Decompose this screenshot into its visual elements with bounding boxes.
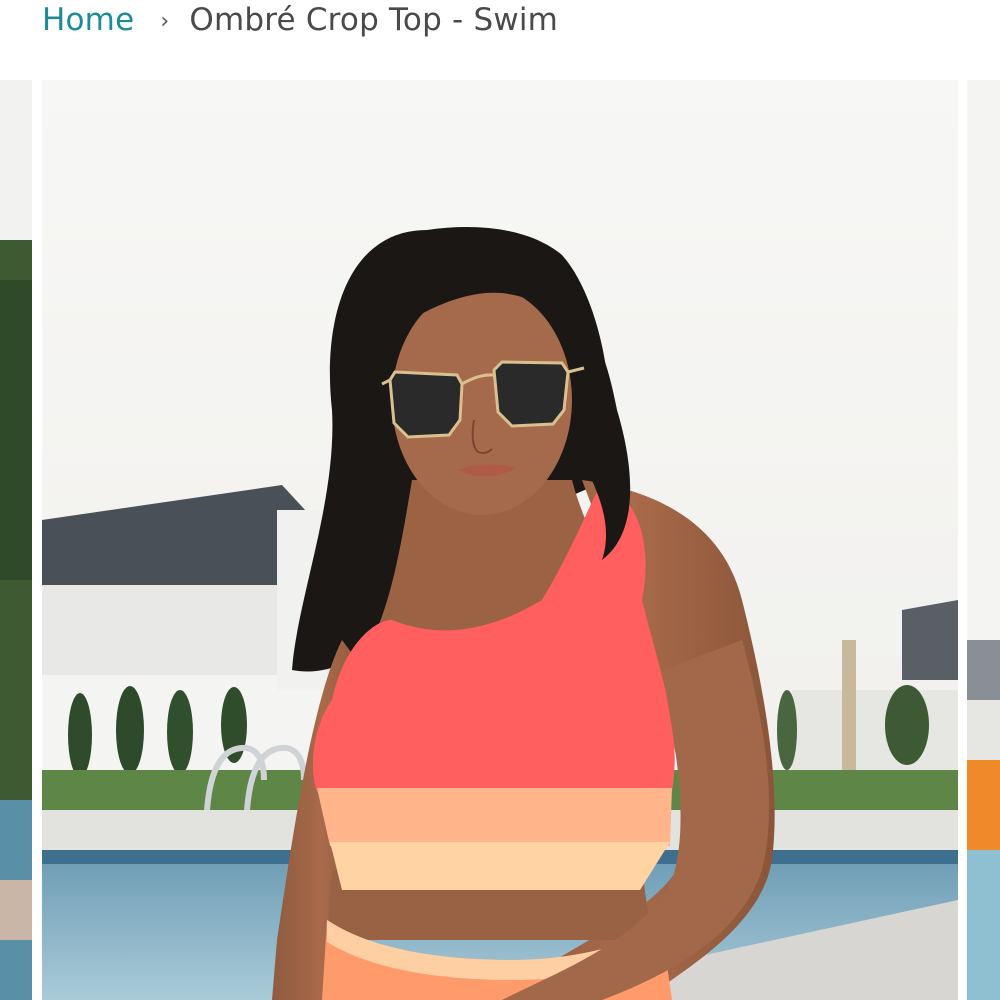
breadcrumb-current-page: Ombré Crop Top - Swim (189, 2, 559, 38)
gallery-slide-main[interactable] (42, 80, 958, 1000)
breadcrumb: Home › Ombré Crop Top - Swim (42, 0, 558, 40)
chevron-right-icon: › (160, 8, 170, 34)
gallery-slide-next[interactable] (967, 80, 1000, 1000)
gallery-slide-previous[interactable] (0, 80, 32, 1000)
breadcrumb-home-link[interactable]: Home (42, 2, 134, 38)
product-image-gallery (0, 80, 1000, 1000)
product-photo (42, 80, 958, 1000)
